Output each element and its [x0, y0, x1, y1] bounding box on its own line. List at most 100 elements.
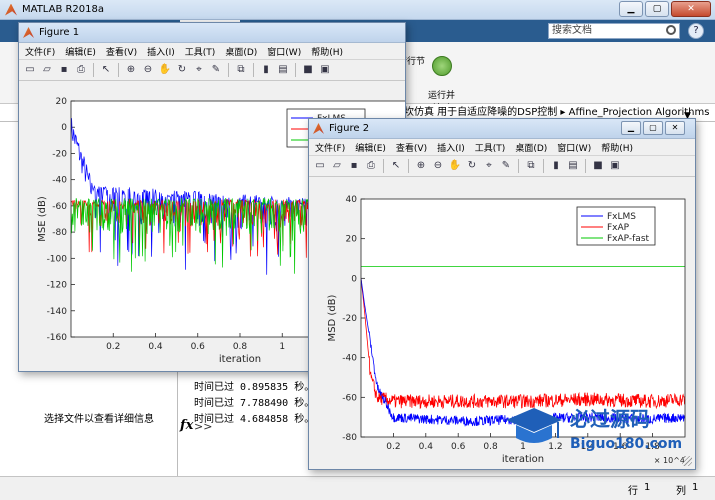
y-tick-label: -120 [47, 281, 68, 291]
figure-2-menubar: 文件(F) 编辑(E) 查看(V) 插入(I) 工具(T) 桌面(D) 窗口(W… [309, 139, 695, 155]
y-tick-label: 0 [351, 274, 357, 284]
menu-desktop[interactable]: 桌面(D) [515, 141, 547, 154]
y-axis-label: MSD (dB) [327, 294, 338, 341]
search-icon[interactable] [666, 25, 676, 35]
hide-plot-tools-icon[interactable]: ■ [591, 159, 605, 173]
search-placeholder: 搜索文档 [552, 25, 592, 36]
close-button[interactable]: ✕ [665, 121, 685, 135]
maximize-button[interactable]: ▢ [645, 1, 669, 17]
print-icon[interactable]: ⎙ [364, 159, 378, 173]
menu-edit[interactable]: 编辑(E) [355, 141, 386, 154]
menu-view[interactable]: 查看(V) [396, 141, 427, 154]
y-tick-label: -80 [342, 433, 357, 443]
command-prompt[interactable]: >> [194, 420, 212, 433]
open-file-icon[interactable]: ▱ [40, 63, 54, 77]
zoom-out-icon[interactable]: ⊖ [141, 63, 155, 77]
colorbar-icon[interactable]: ▮ [259, 63, 273, 77]
menu-tools[interactable]: 工具(T) [475, 141, 506, 154]
save-icon[interactable]: ▪ [347, 159, 361, 173]
y-tick-label: -20 [52, 149, 67, 159]
figure-1-toolbar: ▭ ▱ ▪ ⎙ ↖ ⊕ ⊖ ✋ ↻ ⌖ ✎ ⧉ ▮ ▤ ■ ▣ [19, 59, 405, 81]
minimize-button[interactable]: ▁ [621, 121, 641, 135]
show-plot-tools-icon[interactable]: ▣ [608, 159, 622, 173]
x-tick-label: 0.2 [386, 442, 400, 452]
x-tick-label: 0.6 [451, 442, 466, 452]
figure-1-title-bar[interactable]: Figure 1 [19, 23, 405, 43]
y-tick-label: -60 [52, 202, 67, 212]
new-figure-icon[interactable]: ▭ [23, 63, 37, 77]
app-title: MATLAB R2018a [22, 4, 105, 15]
row-label: 行 [628, 486, 638, 497]
y-tick-label: -80 [52, 228, 67, 238]
minimize-button[interactable]: ▁ [619, 1, 643, 17]
link-plot-icon[interactable]: ⧉ [234, 63, 248, 77]
menu-insert[interactable]: 插入(I) [147, 45, 175, 58]
new-figure-icon[interactable]: ▭ [313, 159, 327, 173]
x-tick-label: 0.8 [233, 342, 248, 352]
menu-window[interactable]: 窗口(W) [557, 141, 591, 154]
path-text: 坎仿真 用于自适应降噪的DSP控制 ▸ Affine_Projection Al… [404, 107, 710, 118]
help-icon[interactable]: ? [688, 23, 704, 39]
rotate-icon[interactable]: ↻ [465, 159, 479, 173]
brush-icon[interactable]: ✎ [209, 63, 223, 77]
zoom-in-icon[interactable]: ⊕ [414, 159, 428, 173]
show-plot-tools-icon[interactable]: ▣ [318, 63, 332, 77]
toolbar-divider [383, 159, 384, 173]
matlab-logo-icon [5, 3, 17, 16]
colorbar-icon[interactable]: ▮ [549, 159, 563, 173]
menu-edit[interactable]: 编辑(E) [65, 45, 96, 58]
menu-tools[interactable]: 工具(T) [185, 45, 216, 58]
y-tick-label: 20 [346, 235, 358, 245]
brush-icon[interactable]: ✎ [499, 159, 513, 173]
legend: FxLMSFxAPFxAP-fast [576, 206, 656, 246]
pointer-icon[interactable]: ↖ [389, 159, 403, 173]
menu-help[interactable]: 帮助(H) [601, 141, 633, 154]
y-tick-label: 40 [346, 195, 358, 205]
watermark-brand: 必过源码 [569, 407, 650, 431]
menu-file[interactable]: 文件(F) [315, 141, 345, 154]
maximize-button[interactable]: ▢ [643, 121, 663, 135]
menu-file[interactable]: 文件(F) [25, 45, 55, 58]
y-tick-label: -100 [47, 254, 68, 264]
data-cursor-icon[interactable]: ⌖ [482, 159, 496, 173]
zoom-in-icon[interactable]: ⊕ [124, 63, 138, 77]
x-tick-label: 0.4 [148, 342, 163, 352]
y-tick-label: 0 [61, 123, 67, 133]
figure-2-title: Figure 2 [329, 123, 370, 134]
data-cursor-icon[interactable]: ⌖ [192, 63, 206, 77]
figure-2-title-bar[interactable]: Figure 2 ▁ ▢ ✕ [309, 119, 695, 139]
col-label: 列 [676, 486, 686, 497]
link-plot-icon[interactable]: ⧉ [524, 159, 538, 173]
menu-desktop[interactable]: 桌面(D) [225, 45, 257, 58]
legend-icon[interactable]: ▤ [276, 63, 290, 77]
figure-1-title: Figure 1 [39, 27, 80, 38]
print-icon[interactable]: ⎙ [74, 63, 88, 77]
menu-insert[interactable]: 插入(I) [437, 141, 465, 154]
toolbar-divider [543, 159, 544, 173]
details-hint: 选择文件以查看详细信息 [44, 414, 154, 425]
save-icon[interactable]: ▪ [57, 63, 71, 77]
pan-icon[interactable]: ✋ [158, 63, 172, 77]
y-tick-label: -140 [47, 307, 68, 317]
close-button[interactable]: ✕ [671, 1, 711, 17]
rotate-icon[interactable]: ↻ [175, 63, 189, 77]
search-input[interactable]: 搜索文档 [548, 23, 680, 39]
legend-icon[interactable]: ▤ [566, 159, 580, 173]
y-tick-label: -60 [342, 393, 357, 403]
menu-window[interactable]: 窗口(W) [267, 45, 301, 58]
pan-icon[interactable]: ✋ [448, 159, 462, 173]
menu-help[interactable]: 帮助(H) [311, 45, 343, 58]
zoom-out-icon[interactable]: ⊖ [431, 159, 445, 173]
hide-plot-tools-icon[interactable]: ■ [301, 63, 315, 77]
run-timer-icon [431, 56, 452, 76]
command-output-line: 时间已过 0.895835 秒。 [194, 382, 315, 393]
toolbar-divider [253, 63, 254, 77]
window-controls: ▁ ▢ ✕ [619, 1, 711, 17]
open-file-icon[interactable]: ▱ [330, 159, 344, 173]
x-axis-label: iteration [219, 354, 261, 365]
main-title-bar: MATLAB R2018a ▁ ▢ ✕ [0, 0, 715, 20]
toolbar-divider [118, 63, 119, 77]
pointer-icon[interactable]: ↖ [99, 63, 113, 77]
menu-view[interactable]: 查看(V) [106, 45, 137, 58]
function-browser-icon[interactable]: fx [180, 418, 193, 433]
